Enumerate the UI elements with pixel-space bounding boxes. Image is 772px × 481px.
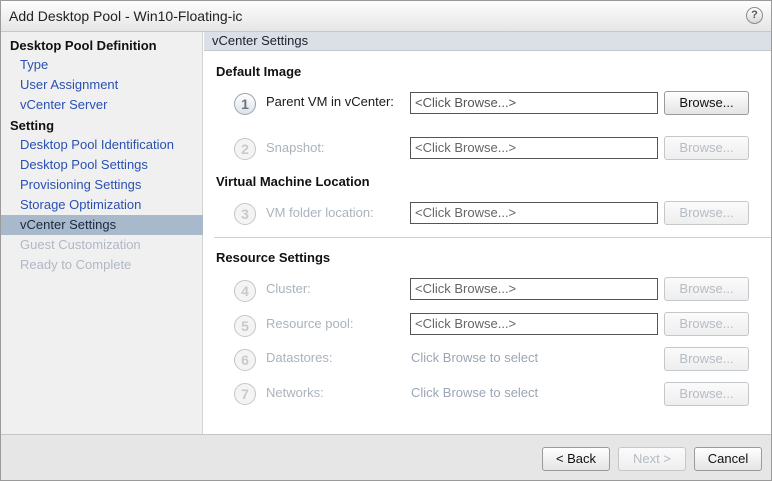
resource-pool-label: Resource pool: [266,316,354,331]
sidebar-item-user-assignment[interactable]: User Assignment [1,75,203,95]
networks-value: Click Browse to select [411,385,539,400]
networks-label: Networks: [266,385,324,400]
datastores-label: Datastores: [266,350,333,365]
vm-folder-label: VM folder location: [266,205,374,220]
sidebar-item-pool-settings[interactable]: Desktop Pool Settings [1,155,203,175]
cluster-label: Cluster: [266,281,311,296]
section-vm-location: Virtual Machine Location [216,174,370,189]
sidebar-item-guest-customization: Guest Customization [20,237,141,252]
wizard-footer: < Back Next > Cancel [1,434,771,480]
step-6-badge: 6 [234,349,256,371]
back-button[interactable]: < Back [542,447,610,471]
section-default-image: Default Image [216,64,302,79]
help-icon[interactable]: ? [746,7,763,24]
step-7-badge: 7 [234,383,256,405]
parent-vm-label: Parent VM in vCenter: [266,94,394,109]
sidebar-heading-definition: Desktop Pool Definition [10,38,157,53]
cluster-field: <Click Browse...> [410,278,658,300]
wizard-sidebar: Desktop Pool Definition Type User Assign… [1,32,203,434]
sidebar-item-vcenter-settings[interactable]: vCenter Settings [1,215,203,235]
networks-browse-button: Browse... [664,382,749,406]
snapshot-field: <Click Browse...> [410,137,658,159]
step-2-badge: 2 [234,138,256,160]
resource-pool-field: <Click Browse...> [410,313,658,335]
snapshot-label: Snapshot: [266,140,325,155]
sidebar-item-ready-to-complete: Ready to Complete [20,257,132,272]
snapshot-browse-button: Browse... [664,136,749,160]
title-bar: Add Desktop Pool - Win10-Floating-ic ? [1,1,771,32]
sidebar-heading-setting: Setting [10,118,55,133]
step-3-badge: 3 [234,203,256,225]
step-5-badge: 5 [234,315,256,337]
panel-header: vCenter Settings [204,32,771,51]
parent-vm-field[interactable]: <Click Browse...> [410,92,658,114]
vcenter-settings-panel: vCenter Settings Default Image 1 Parent … [204,32,771,434]
dialog-title: Add Desktop Pool - Win10-Floating-ic [9,8,243,24]
add-desktop-pool-dialog: Add Desktop Pool - Win10-Floating-ic ? D… [0,0,772,481]
sidebar-item-pool-identification[interactable]: Desktop Pool Identification [1,135,203,155]
sidebar-item-type[interactable]: Type [1,55,203,75]
sidebar-item-provisioning-settings[interactable]: Provisioning Settings [1,175,203,195]
datastores-value: Click Browse to select [411,350,539,365]
next-button: Next > [618,447,686,471]
section-resource-settings: Resource Settings [216,250,331,265]
step-4-badge: 4 [234,280,256,302]
sidebar-item-storage-optimization[interactable]: Storage Optimization [1,195,203,215]
vm-folder-browse-button: Browse... [664,201,749,225]
section-divider [214,237,771,238]
resource-pool-browse-button: Browse... [664,312,749,336]
cluster-browse-button: Browse... [664,277,749,301]
parent-vm-browse-button[interactable]: Browse... [664,91,749,115]
step-1-badge: 1 [234,93,256,115]
cancel-button[interactable]: Cancel [694,447,762,471]
datastores-browse-button: Browse... [664,347,749,371]
vm-folder-field: <Click Browse...> [410,202,658,224]
sidebar-item-vcenter-server[interactable]: vCenter Server [1,95,203,115]
